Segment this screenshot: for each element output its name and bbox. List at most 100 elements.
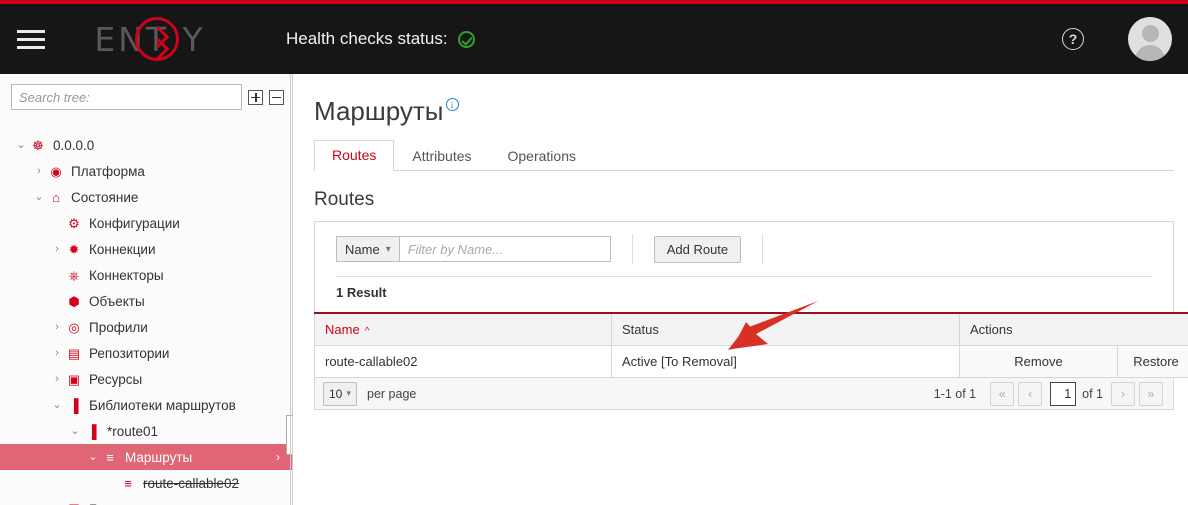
camera-icon: ◉ bbox=[50, 163, 62, 179]
chevron-down-icon[interactable]: ⌄ bbox=[14, 139, 28, 151]
resource-icon: ▣ bbox=[67, 371, 81, 387]
cell-route-name: route-callable02 bbox=[314, 345, 612, 378]
table-row[interactable]: route-callable02 Active [To Removal] Rem… bbox=[314, 345, 1188, 378]
tree-item-label: Объекты bbox=[89, 293, 145, 309]
chevron-right-icon[interactable]: › bbox=[50, 373, 64, 385]
chevron-down-icon[interactable]: ⌄ bbox=[50, 399, 64, 411]
route-icon: ≡ bbox=[106, 449, 114, 465]
tree-item-репозитории[interactable]: › ▤ Репозитории bbox=[0, 340, 292, 366]
expand-all-icon[interactable] bbox=[248, 89, 263, 105]
column-header-actions: Actions bbox=[959, 312, 1188, 346]
tab-operations[interactable]: Operations bbox=[490, 141, 594, 171]
filter-field-label: Name bbox=[345, 241, 380, 257]
page-title-text: Маршруты bbox=[314, 96, 444, 126]
tree-item-label: Коннекции bbox=[89, 241, 156, 257]
tree-item-label: Конфигурации bbox=[89, 215, 180, 231]
search-tree-input[interactable] bbox=[11, 84, 242, 110]
tab-routes[interactable]: Routes bbox=[314, 140, 395, 171]
tree-item-объекты[interactable]: ⬢ Объекты bbox=[0, 288, 292, 314]
tree-item-route-callable02[interactable]: ≡ route-callable02 bbox=[0, 470, 292, 496]
chevron-right-icon[interactable]: › bbox=[50, 321, 64, 333]
tree-item-состояние[interactable]: ⌄ ⌂ Состояние bbox=[0, 184, 292, 210]
tree-item-label: Маршруты bbox=[125, 449, 193, 465]
bug-icon: ☸ bbox=[32, 137, 44, 153]
tree-item-маршруты[interactable]: ⌄ ≡ Маршруты › bbox=[0, 444, 292, 470]
library-icon: ▐ bbox=[87, 423, 97, 439]
tree-item-label: Профили bbox=[89, 319, 148, 335]
hamburger-menu-icon[interactable] bbox=[14, 24, 48, 54]
help-icon[interactable]: ? bbox=[1062, 28, 1084, 50]
per-page-select[interactable]: 10 ▾ bbox=[323, 381, 357, 406]
tree-item--route01[interactable]: ⌄ ▐ *route01 bbox=[0, 418, 292, 444]
column-header-status[interactable]: Status bbox=[611, 312, 960, 346]
plug-icon: ⎈ bbox=[68, 267, 80, 283]
pagination-range: 1-1 of 1 bbox=[933, 386, 977, 401]
gear-icon: ⚙ bbox=[68, 215, 80, 231]
entaxy-logo: ENT Y bbox=[66, 12, 234, 66]
library-icon: ▐ bbox=[69, 397, 79, 413]
info-icon[interactable]: i bbox=[445, 98, 459, 111]
chevron-down-icon[interactable]: ⌄ bbox=[68, 425, 82, 437]
tree-item-label: Платформа bbox=[71, 163, 145, 179]
routes-panel: Name ▾ Add Route 1 Result bbox=[314, 221, 1174, 312]
remove-action-button[interactable]: Remove bbox=[959, 345, 1118, 378]
routes-table-head: Name ^ Status Actions bbox=[314, 312, 1188, 346]
factory-icon: ⌂ bbox=[52, 189, 60, 205]
sort-ascending-icon: ^ bbox=[364, 326, 370, 337]
chevron-down-icon[interactable]: ⌄ bbox=[32, 191, 46, 203]
filter-row: Name ▾ Add Route bbox=[315, 222, 1173, 276]
collapse-all-icon[interactable] bbox=[269, 89, 284, 105]
tree-scrollbar-track[interactable] bbox=[290, 74, 291, 505]
tree-item-label: Коннекторы bbox=[89, 267, 164, 283]
sidebar-tree-panel: ⌄ ☸ 0.0.0.0 › ◉ Платформа ⌄ ⌂ Состояние ⚙ Конфигур… bbox=[0, 74, 293, 505]
route-icon: ≡ bbox=[124, 475, 132, 491]
user-avatar[interactable] bbox=[1128, 17, 1172, 61]
database-icon: ▤ bbox=[67, 345, 81, 361]
last-page-button[interactable]: » bbox=[1139, 381, 1163, 406]
tree-item-label: 0.0.0.0 bbox=[53, 137, 95, 153]
tree-item-коннекции[interactable]: › ✹ Коннекции bbox=[0, 236, 292, 262]
page-number-input[interactable] bbox=[1050, 381, 1077, 406]
network-icon: ✹ bbox=[68, 241, 80, 257]
routes-table-body: route-callable02 Active [To Removal] Rem… bbox=[314, 345, 1188, 378]
add-route-button[interactable]: Add Route bbox=[653, 235, 742, 263]
tree-item-конфигурации[interactable]: ⚙ Конфигурации bbox=[0, 210, 292, 236]
next-page-button[interactable]: › bbox=[1111, 381, 1135, 406]
chevron-down-icon[interactable]: ⌄ bbox=[86, 451, 100, 463]
tree-item-библиотеки-маршрутов[interactable]: ⌄ ▐ Библиотеки маршрутов bbox=[0, 392, 292, 418]
tree-item-безопасность[interactable]: ›⛨Безопасность bbox=[0, 496, 292, 505]
per-page-label: per page bbox=[367, 386, 417, 401]
per-page-value: 10 bbox=[329, 386, 343, 401]
filter-field-select[interactable]: Name ▾ bbox=[336, 236, 399, 262]
chevron-right-icon[interactable]: › bbox=[276, 450, 280, 464]
tree-item-ресурсы[interactable]: › ▣ Ресурсы bbox=[0, 366, 292, 392]
tree-item-label: Библиотеки маршрутов bbox=[89, 397, 236, 413]
logo-ring-icon bbox=[135, 17, 179, 61]
app-root: ENT Y Health checks status: ? ⌄ ☸ 0.0.0.0 ›… bbox=[0, 0, 1188, 505]
tree-item-0-0-0-0[interactable]: ⌄ ☸ 0.0.0.0 bbox=[0, 132, 292, 158]
cube-icon: ⬢ bbox=[68, 293, 80, 309]
main-content: Маршруты i Routes Attributes Operations Ro… bbox=[293, 74, 1188, 505]
column-header-name[interactable]: Name ^ bbox=[314, 312, 612, 346]
tree-item-профили[interactable]: › ◎ Профили bbox=[0, 314, 292, 340]
health-checks-label: Health checks status: bbox=[286, 29, 448, 48]
chevron-down-icon: ▾ bbox=[385, 243, 391, 255]
chevron-right-icon[interactable]: › bbox=[32, 165, 46, 177]
cell-route-status: Active [To Removal] bbox=[611, 345, 960, 378]
chevron-right-icon[interactable]: › bbox=[50, 347, 64, 359]
previous-page-button[interactable]: ‹ bbox=[1018, 381, 1043, 406]
tab-attributes[interactable]: Attributes bbox=[394, 141, 489, 171]
health-checks-status: Health checks status: bbox=[286, 29, 475, 49]
page-total-label: of 1 bbox=[1082, 386, 1103, 401]
tree-search-row bbox=[0, 74, 292, 110]
filter-by-name-input[interactable] bbox=[398, 236, 611, 262]
column-header-name-label: Name bbox=[325, 322, 360, 337]
tree-item-платформа[interactable]: › ◉ Платформа bbox=[0, 158, 292, 184]
filter-divider-left bbox=[631, 234, 633, 264]
first-page-button[interactable]: « bbox=[990, 381, 1015, 406]
tree-item-коннекторы[interactable]: ⎈ Коннекторы bbox=[0, 262, 292, 288]
restore-action-button[interactable]: Restore bbox=[1117, 345, 1188, 378]
chevron-right-icon[interactable]: › bbox=[50, 243, 64, 255]
tree-item-label: Репозитории bbox=[89, 345, 170, 361]
chevron-down-icon: ▾ bbox=[346, 388, 351, 398]
